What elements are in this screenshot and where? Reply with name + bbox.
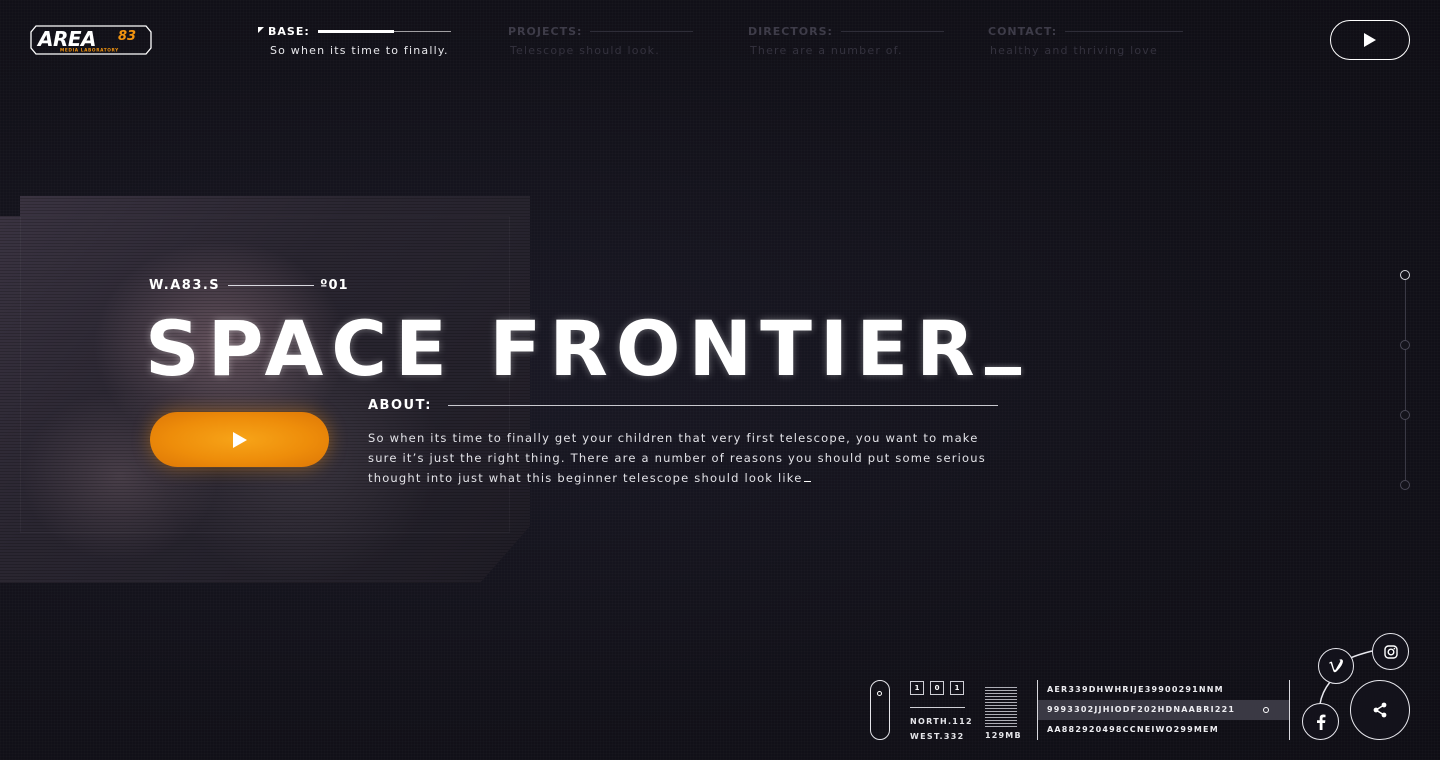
header-play-button[interactable] <box>1330 20 1410 60</box>
instagram-button[interactable] <box>1372 633 1409 670</box>
counter-digit: 1 <box>910 681 924 695</box>
facebook-icon <box>1316 714 1325 730</box>
about-text-block: So when its time to finally get your chi… <box>368 428 993 488</box>
about-text: So when its time to finally get your chi… <box>368 431 986 485</box>
play-icon <box>1364 33 1376 47</box>
title-cursor <box>984 367 1021 375</box>
hero-index: º01 <box>320 278 349 293</box>
facebook-button[interactable] <box>1302 703 1339 740</box>
selected-dot-icon <box>1263 707 1269 713</box>
hero-code: W.A83.S <box>149 278 221 293</box>
pager-dot[interactable] <box>1400 340 1410 350</box>
nav-item-projects[interactable]: PROJECTS: Telescope should look. <box>498 24 738 57</box>
pager-track <box>1404 276 1406 484</box>
main-nav: BASE: So when its time to finally. PROJE… <box>258 24 1218 57</box>
nav-subtitle: healthy and thriving love <box>990 44 1158 57</box>
nav-item-contact[interactable]: CONTACT: healthy and thriving love <box>978 24 1218 57</box>
about-divider <box>447 405 998 406</box>
logo-text: AREA <box>36 27 96 51</box>
coord-west: WEST.332 <box>910 732 965 741</box>
code-list: AER339DHWHRIJE39900291NNM 9993302JJHIODF… <box>1037 680 1290 740</box>
nav-label: BASE: <box>268 24 310 38</box>
nav-label: CONTACT: <box>988 24 1058 38</box>
kicker-divider <box>228 285 315 286</box>
logo-number: 83 <box>118 29 136 44</box>
code-line: AA882920498CCNEIWO299MEM <box>1047 725 1219 734</box>
code-line: 9993302JJHIODF202HDNAABRI221 <box>1047 705 1236 714</box>
nav-subtitle: Telescope should look. <box>510 44 660 57</box>
nav-subtitle: There are a number of. <box>750 44 903 57</box>
memory-bars <box>985 685 1017 727</box>
nav-label: PROJECTS: <box>508 24 583 38</box>
active-flag-icon <box>258 27 264 33</box>
scroll-dot-icon <box>877 691 882 696</box>
play-icon <box>232 431 247 448</box>
vimeo-icon <box>1329 659 1343 673</box>
scroll-indicator <box>870 680 890 740</box>
pager-dot[interactable] <box>1400 410 1410 420</box>
vimeo-button[interactable] <box>1318 648 1354 684</box>
hero-play-button[interactable] <box>150 412 329 467</box>
nav-item-base[interactable]: BASE: So when its time to finally. <box>258 24 498 57</box>
logo-tagline: MEDIA LABORATORY <box>60 48 119 54</box>
coord-north: NORTH.112 <box>910 717 973 726</box>
counter-digit: 1 <box>950 681 964 695</box>
code-line: AER339DHWHRIJE39900291NNM <box>1047 685 1224 694</box>
logo[interactable]: AREA 83 MEDIA LABORATORY <box>30 24 152 56</box>
hero-kicker: W.A83.S º01 <box>149 278 349 293</box>
pager-dot[interactable] <box>1400 270 1410 280</box>
hero-title-text: SPACE FRONTIER <box>145 304 983 393</box>
about-section: ABOUT: So when its time to finally get y… <box>368 398 998 488</box>
counter-digit: 0 <box>930 681 944 695</box>
pager-dot[interactable] <box>1400 480 1410 490</box>
nav-progress-line <box>1065 30 1184 32</box>
share-button[interactable] <box>1350 680 1410 740</box>
share-icon <box>1373 702 1387 718</box>
memory-label: 129MB <box>985 731 1022 740</box>
nav-progress-line <box>590 30 694 32</box>
counter-digits: 1 0 1 <box>910 681 964 695</box>
nav-progress-line <box>840 30 944 32</box>
nav-item-directors[interactable]: DIRECTORS: There are a number of. <box>738 24 978 57</box>
nav-label: DIRECTORS: <box>748 24 833 38</box>
nav-subtitle: So when its time to finally. <box>270 44 449 57</box>
text-cursor <box>803 481 811 482</box>
instagram-icon <box>1383 644 1398 659</box>
slide-pager <box>1400 270 1410 490</box>
coord-divider <box>910 707 965 708</box>
about-label: ABOUT: <box>368 398 432 413</box>
nav-progress-line <box>317 29 451 33</box>
hero-title: SPACE FRONTIER <box>145 306 1021 392</box>
